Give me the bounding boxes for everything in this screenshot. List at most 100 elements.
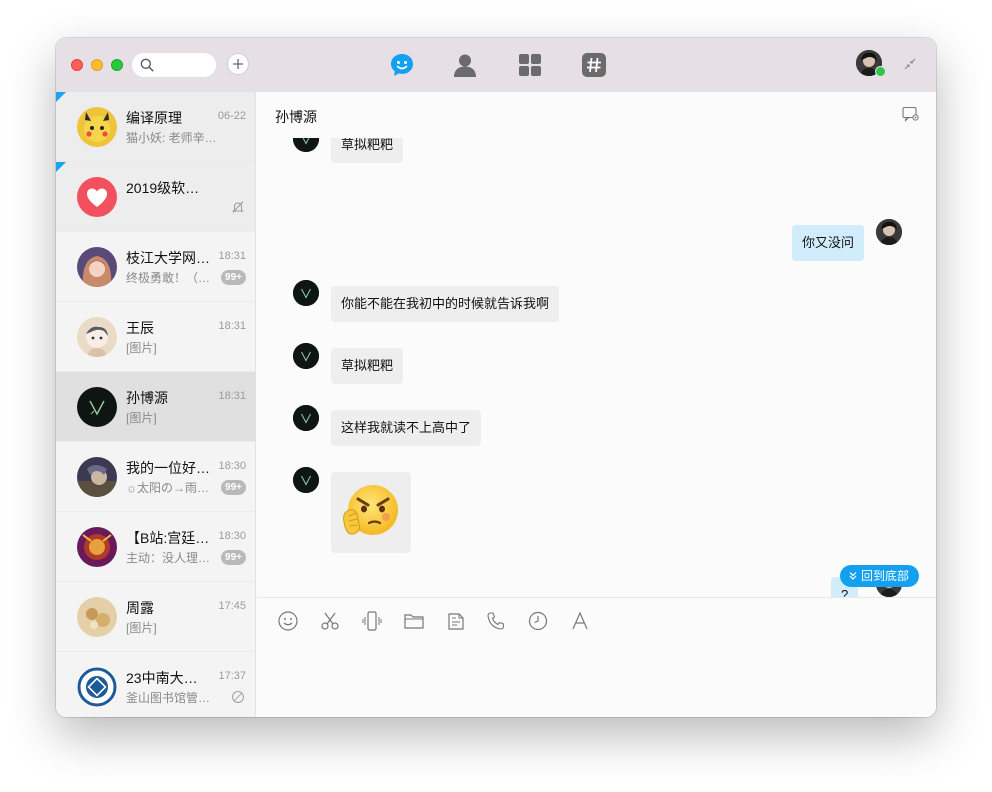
qq-main-window: 编译原理 06-22 猫小妖: 老师辛苦了 2019级软件工程 — [56, 38, 936, 717]
minimize-window-button[interactable] — [91, 59, 103, 71]
history-clock-icon[interactable] — [527, 610, 549, 632]
conversation-time: 17:45 — [218, 600, 246, 612]
sticker-message[interactable] — [331, 472, 411, 553]
message-bubble[interactable]: 草拟粑粑 — [331, 138, 404, 163]
double-chevron-down-icon — [849, 572, 857, 580]
conversation-name: 王辰 — [126, 320, 154, 336]
chat-header: 孙博源 — [257, 92, 936, 138]
heart-avatar — [77, 177, 117, 217]
add-button[interactable] — [227, 53, 249, 75]
hashtag-icon — [582, 53, 606, 77]
scissors-icon[interactable] — [319, 610, 341, 632]
conversation-preview: 主动：没人理我吗 — [126, 551, 218, 565]
conversation-name: 周露 — [126, 600, 154, 616]
contact-avatar[interactable] — [293, 280, 319, 306]
conversation-item[interactable]: 孙博源 18:31 [图片] — [56, 372, 255, 442]
contacts-icon — [454, 54, 476, 77]
apps-grid-icon — [519, 54, 541, 76]
conversation-time: 18:31 — [218, 320, 246, 332]
chat-title: 孙博源 — [275, 109, 317, 125]
message-input[interactable] — [275, 642, 915, 706]
conversation-preview: 釜山图书馆管理员：好 — [126, 691, 218, 705]
mute-bell-icon — [232, 201, 244, 213]
nav-apps-tab[interactable] — [517, 52, 543, 78]
conversation-name: 我的一位好朋友 — [126, 460, 210, 476]
plus-icon — [233, 59, 243, 69]
conversation-time: 18:31 — [218, 250, 246, 262]
conversation-name: 2019级软件工程 — [126, 180, 210, 196]
conversation-item[interactable]: 枝江大学网课群 18:31 终极勇敢！（表情） 99+ — [56, 232, 255, 302]
message-input-area — [257, 597, 936, 717]
conversation-item[interactable]: 周露 17:45 [图片] — [56, 582, 255, 652]
pinned-marker — [56, 92, 66, 102]
unread-badge: 99+ — [221, 270, 246, 285]
night-cat-avatar — [77, 457, 117, 497]
conversation-item[interactable]: 我的一位好朋友 18:30 ☼太阳の→雨落下 99+ — [56, 442, 255, 512]
message-bubble[interactable]: 这样我就读不上高中了 — [331, 410, 482, 446]
close-window-button[interactable] — [71, 59, 83, 71]
maximize-window-button[interactable] — [111, 59, 123, 71]
conversation-preview: 终极勇敢！（表情） — [126, 271, 218, 285]
conversation-name: 23中南大学图书馆 — [126, 670, 210, 686]
conversation-name: 编译原理 — [126, 110, 182, 126]
font-icon[interactable] — [569, 610, 591, 632]
anime-girl-avatar — [77, 247, 117, 287]
conversation-time: 06-22 — [217, 110, 246, 122]
back-to-bottom-button[interactable]: 回到底部 — [840, 565, 920, 587]
contact-avatar[interactable] — [293, 467, 319, 493]
conversation-preview: 猫小妖: 老师辛苦了 — [126, 131, 218, 145]
shake-icon[interactable] — [361, 610, 383, 632]
conversation-name: 枝江大学网课群 — [126, 250, 210, 266]
screenshot-icon[interactable] — [445, 610, 467, 632]
university-logo-avatar — [77, 667, 117, 707]
shrink-window-icon[interactable] — [902, 56, 918, 72]
message-bubble[interactable]: 你又没问 — [792, 225, 865, 261]
conversation-preview: ☼太阳の→雨落下 — [126, 481, 218, 495]
my-avatar[interactable] — [876, 219, 902, 245]
conversation-item[interactable]: 【B站:宫廷玉液酒】 18:30 主动：没人理我吗 99+ — [56, 512, 255, 582]
unread-badge: 99+ — [221, 550, 246, 565]
contact-avatar[interactable] — [293, 405, 319, 431]
pikachu-avatar — [77, 107, 117, 147]
chat-settings-icon[interactable] — [902, 106, 919, 122]
chat-bubble-icon — [391, 54, 413, 76]
conversation-name: 孙博源 — [126, 390, 168, 406]
conversation-preview: [图片] — [126, 411, 157, 425]
blocked-icon — [232, 691, 244, 703]
contact-avatar[interactable] — [293, 343, 319, 369]
conversation-preview: [图片] — [126, 621, 157, 635]
message-bubble[interactable]: 你能不能在我初中的时候就告诉我啊 — [331, 286, 560, 322]
purple-avatar — [77, 527, 117, 567]
conversation-item[interactable]: 王辰 18:31 [图片] — [56, 302, 255, 372]
search-icon — [140, 58, 154, 72]
title-bar — [56, 38, 936, 92]
search-input[interactable] — [158, 56, 212, 74]
conversation-item[interactable]: 23中南大学图书馆 17:37 釜山图书馆管理员：好 — [56, 652, 255, 717]
food-avatar — [77, 597, 117, 637]
conversation-name: 【B站:宫廷玉液酒】 — [126, 530, 210, 546]
online-status-dot — [875, 66, 886, 77]
emoji-icon[interactable] — [277, 610, 299, 632]
v-logo-avatar — [77, 387, 117, 427]
conversation-time: 18:31 — [218, 390, 246, 402]
back-to-bottom-label: 回到底部 — [861, 569, 910, 583]
nav-messages-tab[interactable] — [389, 52, 415, 78]
thinking-angry-emoji — [343, 485, 398, 535]
unread-badge: 99+ — [221, 480, 246, 495]
conversation-time: 18:30 — [218, 530, 246, 542]
conversation-item[interactable]: 2019级软件工程 — [56, 162, 255, 232]
search-box[interactable] — [132, 53, 216, 77]
nav-channels-tab[interactable] — [581, 52, 607, 78]
folder-icon[interactable] — [403, 610, 425, 632]
conversation-time: 18:30 — [218, 460, 246, 472]
message-bubble[interactable]: 草拟粑粑 — [331, 348, 404, 384]
nav-contacts-tab[interactable] — [452, 52, 478, 78]
sketch-avatar — [77, 317, 117, 357]
conversation-preview: [图片] — [126, 341, 157, 355]
conversation-time: 17:37 — [218, 670, 246, 682]
pinned-marker — [56, 162, 66, 172]
phone-icon[interactable] — [485, 610, 507, 632]
conversation-list: 编译原理 06-22 猫小妖: 老师辛苦了 2019级软件工程 — [56, 92, 256, 717]
conversation-item[interactable]: 编译原理 06-22 猫小妖: 老师辛苦了 — [56, 92, 255, 162]
contact-avatar[interactable] — [293, 138, 319, 152]
